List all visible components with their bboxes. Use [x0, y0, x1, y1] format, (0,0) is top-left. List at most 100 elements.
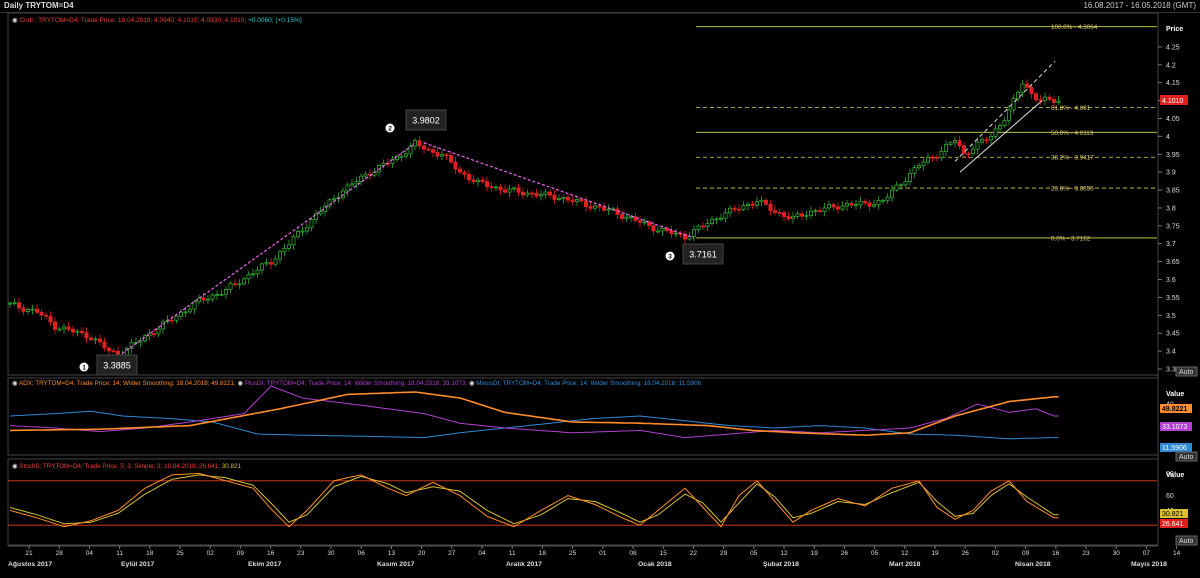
- dmi-axis-title: Value: [1166, 391, 1184, 398]
- candle: [935, 154, 940, 162]
- candle-body: [692, 229, 697, 237]
- date-tick-label: 26: [841, 550, 849, 557]
- candle-body: [998, 125, 1003, 130]
- candle-body: [291, 236, 296, 246]
- date-tick-label: 12: [780, 550, 788, 557]
- candle: [484, 176, 489, 192]
- candle-body: [408, 145, 413, 155]
- stoch-d-value: 26.641: [1162, 521, 1184, 528]
- candle-body: [502, 189, 507, 193]
- candle-body: [480, 179, 485, 182]
- candle: [737, 204, 742, 215]
- candle-body: [543, 191, 548, 196]
- svg-text:◉ Cndl ; TRYTOM=D4; Tr: ◉ Cndl ; TRYTOM=D4; Trade Price; 18.04.2…: [12, 17, 302, 24]
- candle-body: [876, 200, 881, 206]
- candle: [178, 308, 183, 320]
- candle: [926, 152, 931, 165]
- price-tick-label: 3.95: [1166, 152, 1180, 159]
- candle-body: [800, 213, 805, 217]
- candle-body: [169, 319, 174, 322]
- candle-body: [638, 220, 643, 223]
- candle-body: [12, 302, 17, 305]
- candle: [165, 315, 170, 324]
- plusdi-value: 33.1073: [1162, 424, 1187, 431]
- date-tick-label: 26: [962, 550, 970, 557]
- date-axis: 21 28 04 11 18 25 02 09 16 23 30 06 13 20 27 04 11 18 25 01…: [8, 545, 1181, 568]
- candle-body: [507, 188, 512, 193]
- candlestick-series: [7, 79, 1061, 361]
- candle: [818, 206, 823, 214]
- candle: [345, 182, 350, 196]
- candle-body: [466, 173, 471, 181]
- candle-body: [786, 216, 791, 220]
- date-tick-label: 12: [901, 550, 909, 557]
- candle-body: [953, 140, 958, 144]
- candle: [912, 164, 917, 178]
- candle: [854, 199, 859, 210]
- candle: [111, 347, 116, 353]
- candle: [890, 185, 895, 202]
- candle-body: [255, 269, 260, 275]
- candle: [764, 198, 769, 206]
- candle: [512, 186, 517, 193]
- candle-body: [975, 141, 980, 150]
- candle: [16, 297, 21, 313]
- candle-body: [250, 273, 255, 276]
- candle-body: [701, 225, 706, 228]
- candle-body: [471, 179, 476, 183]
- candle-body: [980, 139, 985, 143]
- candle: [457, 165, 462, 175]
- candle-body: [548, 191, 553, 196]
- candle: [539, 189, 544, 201]
- annotation-marker-number: 3: [668, 254, 672, 261]
- candle-body: [836, 206, 841, 210]
- candle-body: [899, 184, 904, 187]
- candle: [502, 184, 507, 194]
- candle: [129, 338, 134, 353]
- candle: [701, 221, 706, 231]
- date-tick-label: 29: [720, 550, 728, 557]
- candle-body: [669, 230, 674, 235]
- candle-body: [863, 201, 868, 204]
- candle: [741, 201, 746, 212]
- candle-body: [80, 330, 85, 333]
- candle-body: [448, 155, 453, 163]
- price-tick-label: 3.5: [1166, 313, 1176, 320]
- candle-body: [21, 307, 26, 312]
- candle: [210, 293, 215, 302]
- candle-body: [903, 181, 908, 186]
- candle: [719, 213, 724, 222]
- candle: [282, 243, 287, 256]
- candle: [782, 210, 787, 222]
- candle-body: [66, 326, 71, 330]
- candle-body: [1025, 83, 1030, 88]
- date-tick-label: 04: [86, 550, 94, 557]
- candle: [534, 188, 539, 199]
- candle-body: [593, 205, 598, 209]
- candle: [566, 193, 571, 204]
- candle-body: [57, 328, 62, 331]
- candle: [1016, 90, 1021, 103]
- candle: [453, 157, 458, 175]
- candle-body: [912, 167, 917, 174]
- candle: [548, 188, 553, 199]
- candle: [39, 309, 44, 321]
- price-axis: 4.254.24.154.14.0543.953.93.853.83.753.7…: [1158, 44, 1180, 374]
- candle-body: [921, 161, 926, 166]
- chart-canvas[interactable]: 100.0% - 4.3064 61.8% - 4.081 50.0% - 4.01…: [0, 0, 1200, 578]
- candle-body: [732, 207, 737, 210]
- candle-body: [16, 302, 21, 309]
- candle-body: [1029, 86, 1034, 95]
- candle: [993, 124, 998, 140]
- candle: [1034, 91, 1039, 103]
- plusdi-line: [9, 385, 1059, 439]
- svg-text:◉ ADX; TRYTOM=D4; Trade Pr: ◉ ADX; TRYTOM=D4; Trade Price; 14; Wilde…: [12, 380, 701, 387]
- candle: [107, 345, 112, 356]
- candle: [466, 169, 471, 185]
- candle: [516, 183, 521, 197]
- candle: [638, 215, 643, 228]
- candle-body: [525, 192, 530, 196]
- candle: [57, 326, 62, 332]
- candle-body: [345, 184, 350, 192]
- candle: [881, 198, 886, 205]
